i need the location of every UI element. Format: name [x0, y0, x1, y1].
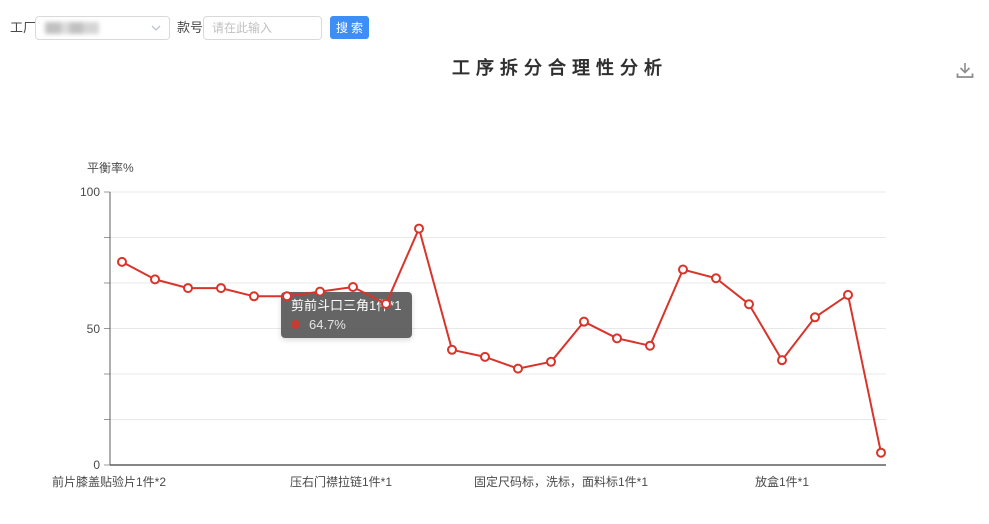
process-split-analysis-page: 工厂 款号 搜索 工序拆分合理性分析 平衡率% 100 50 0 前片膝盖贴验片…: [0, 0, 989, 524]
chart-grid-layer: [0, 0, 989, 524]
tooltip-value: 64.7%: [309, 318, 346, 331]
series-dot-icon: [291, 320, 300, 329]
chart-tooltip: 剪前斗口三角1件*1 64.7%: [281, 292, 412, 338]
tooltip-category: 剪前斗口三角1件*1: [291, 297, 402, 314]
